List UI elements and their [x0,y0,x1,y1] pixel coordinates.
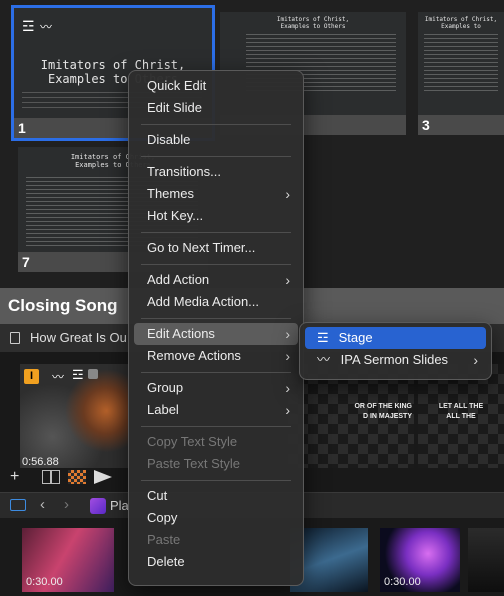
menu-separator [141,372,291,373]
menu-item-disable[interactable]: Disable [134,129,298,151]
menu-item-label[interactable]: Label › [134,399,298,421]
edit-actions-submenu: ☲ Stage 〰 IPA Sermon Slides › [299,322,492,380]
slide-title: Imitators of Christ, Examples to [424,16,498,30]
slide-lyrics: OR OF THE KING D IN MAJESTY [354,403,412,420]
chevron-right-icon: › [285,326,290,342]
submenu-item-ipa-sermon-slides[interactable]: 〰 IPA Sermon Slides › [305,349,486,371]
mustache-icon: 〰 [317,352,331,367]
menu-separator [141,124,291,125]
stage-icon: ☲ [72,367,84,382]
menu-item-copy-text-style: Copy Text Style [147,434,238,449]
menu-item-edit-slide[interactable]: Edit Slide [134,97,298,119]
menu-item-group[interactable]: Group › [134,377,298,399]
slide-title: Imitators of Christ, Examples to Others [276,16,350,30]
forward-chevron-icon[interactable]: › [64,496,69,513]
label-badge: I [24,369,39,384]
song-title: How Great Is Ou [30,330,127,345]
menu-item-add-media-action[interactable]: Add Media Action... [134,291,298,313]
menu-item-paste: Paste [147,532,181,547]
add-button[interactable]: + [10,468,19,486]
checker-view-icon[interactable] [68,470,86,484]
menu-item-transitions[interactable]: Transitions... [134,161,298,183]
chevron-right-icon: › [285,402,290,418]
menu-item-delete[interactable]: Delete [134,551,298,573]
slide-body-text [424,34,498,92]
menu-item-edit-actions[interactable]: Edit Actions › [134,323,298,345]
menu-item-go-to-next-timer[interactable]: Go to Next Timer... [134,237,298,259]
slide-thumbnail-3[interactable]: Imitators of Christ, Examples to 3 [418,12,504,135]
speaker-icon [10,332,20,344]
slide-time: 0:56.88 [22,456,59,468]
sidebar-toggle-icon[interactable] [10,499,26,511]
mustache-icon: 〰 [52,370,65,384]
menu-separator [141,232,291,233]
media-thumbnail-4[interactable] [468,528,504,592]
menu-item-label: Group [147,380,184,395]
stage-icon: ☲ [317,330,329,345]
menu-item-label: Add Action [147,272,210,287]
menu-item-remove-actions[interactable]: Remove Actions › [134,345,298,367]
menu-separator [141,318,291,319]
layer-icon [88,369,98,379]
media-thumbnail-1[interactable]: 0:30.00 [22,528,114,592]
media-duration: 0:30.00 [26,576,63,588]
playlist-icon [90,498,106,514]
menu-separator [141,156,291,157]
chevron-right-icon: › [285,272,290,288]
context-menu: Quick Edit Edit Slide Disable Transition… [128,70,304,586]
menu-item-cut[interactable]: Cut [134,485,298,507]
submenu-item-stage[interactable]: ☲ Stage [305,327,486,349]
menu-item-add-action[interactable]: Add Action › [134,269,298,291]
menu-item-label: Remove Actions [147,348,241,363]
song-slide-thumbnail-1[interactable]: I 〰 ☲ 0:56.88 [20,364,128,468]
menu-item-label: Themes [147,186,194,201]
playlist-label[interactable]: Pla [110,498,129,513]
menu-item-hot-key[interactable]: Hot Key... [134,205,298,227]
media-duration: 0:30.00 [384,576,421,588]
menu-item-label: Edit Actions [147,326,215,341]
menu-separator [141,264,291,265]
mustache-icon: 〰 [40,20,53,34]
menu-item-quick-edit[interactable]: Quick Edit [134,75,298,97]
submenu-item-label: Stage [338,330,373,345]
menu-item-paste-text-style: Paste Text Style [147,456,240,471]
submenu-item-label: IPA Sermon Slides [340,352,449,367]
menu-item-copy[interactable]: Copy [134,507,298,529]
chevron-right-icon: › [473,352,478,368]
chevron-right-icon: › [285,380,290,396]
menu-separator [141,480,291,481]
back-chevron-icon[interactable]: ‹ [40,496,45,513]
chevron-right-icon: › [285,186,290,202]
menu-item-themes[interactable]: Themes › [134,183,298,205]
chevron-right-icon: › [285,348,290,364]
media-thumbnail-3[interactable]: 0:30.00 [380,528,460,592]
slide-number: 3 [418,115,504,135]
grid-view-icon[interactable] [42,470,60,484]
stage-icon: ☲ [22,18,35,34]
slide-lyrics: LET ALL THE ALL THE [438,403,484,420]
menu-separator [141,426,291,427]
menu-item-text: Label [147,402,179,417]
